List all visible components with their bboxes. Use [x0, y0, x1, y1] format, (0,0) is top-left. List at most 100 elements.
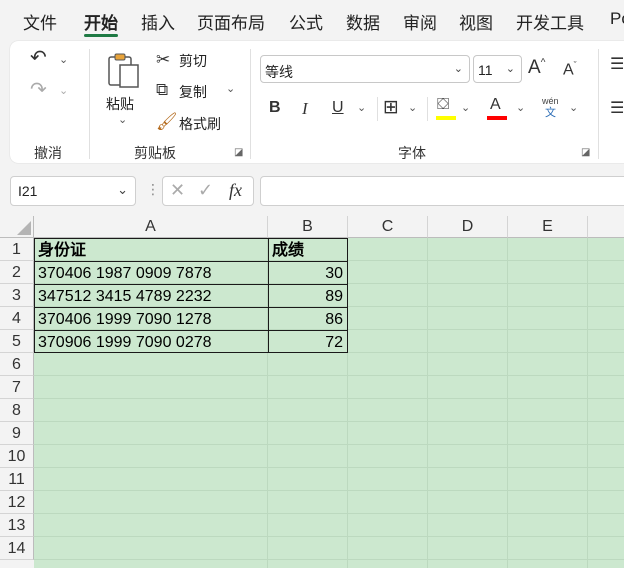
name-box[interactable]: I21 ⌄: [10, 176, 136, 206]
font-size-select[interactable]: 11 ⌄: [473, 55, 522, 83]
column-header-e[interactable]: E: [508, 216, 588, 238]
fill-color-dropdown-icon[interactable]: ⌄: [461, 103, 470, 114]
clipboard-launcher-icon[interactable]: ◪: [234, 148, 243, 158]
row-header[interactable]: 3: [0, 284, 34, 307]
column-header-f[interactable]: [588, 216, 624, 238]
undo-icon[interactable]: ↶: [30, 48, 47, 68]
cancel-icon[interactable]: ✕: [170, 180, 185, 201]
gridline: [587, 238, 588, 568]
formula-input[interactable]: [260, 176, 624, 206]
cell-b1[interactable]: 成绩: [268, 238, 348, 262]
formula-bar-grip-icon[interactable]: ⋮: [146, 181, 160, 198]
copy-dropdown-icon[interactable]: ⌄: [226, 84, 235, 95]
cut-button[interactable]: ✂ 剪切: [154, 49, 224, 71]
select-all-button[interactable]: [0, 216, 34, 238]
cell-b5[interactable]: 72: [268, 330, 348, 353]
active-tab-indicator: [84, 34, 118, 37]
underline-dropdown-icon[interactable]: ⌄: [357, 103, 366, 114]
tab-data[interactable]: 数据: [346, 9, 380, 34]
undo-group-label: 撤消: [34, 145, 62, 161]
enter-icon[interactable]: ✓: [198, 180, 213, 201]
fill-color-button[interactable]: ⛋: [435, 97, 459, 121]
borders-icon[interactable]: ⊞: [383, 98, 399, 117]
phonetic-dropdown-icon[interactable]: ⌄: [569, 103, 578, 114]
align-top-icon[interactable]: ☰: [610, 57, 624, 73]
gridline: [34, 398, 624, 399]
row-header[interactable]: 5: [0, 330, 34, 353]
row-header[interactable]: 8: [0, 399, 34, 422]
format-painter-button[interactable]: 🖌 格式刷: [154, 112, 234, 134]
paintbrush-icon: 🖌: [156, 112, 178, 131]
grow-font-icon[interactable]: A^: [528, 58, 545, 77]
bold-button[interactable]: B: [269, 100, 281, 116]
font-launcher-icon[interactable]: ◪: [581, 148, 590, 158]
paste-dropdown-icon[interactable]: ⌄: [118, 115, 127, 126]
copy-button[interactable]: ⧉ 复制 ⌄: [154, 80, 244, 102]
select-all-icon: [17, 221, 31, 235]
row-header[interactable]: 1: [0, 238, 34, 261]
italic-button[interactable]: I: [302, 100, 308, 117]
phonetic-guide-button[interactable]: wén 文: [540, 96, 566, 122]
borders-dropdown-icon[interactable]: ⌄: [408, 103, 417, 114]
cell-a4[interactable]: 370406 1999 7090 1278: [34, 307, 269, 331]
cell-a3[interactable]: 347512 3415 4789 2232: [34, 284, 269, 308]
redo-icon: ↷: [30, 79, 47, 101]
paste-label: 粘贴: [106, 96, 134, 112]
column-header-b[interactable]: B: [268, 216, 348, 238]
font-name-select[interactable]: 等线 ⌄: [260, 55, 470, 83]
cell-b4[interactable]: 86: [268, 307, 348, 331]
font-color-button[interactable]: A: [486, 97, 510, 121]
tab-developer[interactable]: 开发工具: [516, 9, 584, 34]
align-left-icon[interactable]: ☰: [610, 101, 624, 117]
insert-function-button[interactable]: fx: [229, 180, 242, 201]
tab-home[interactable]: 开始: [84, 9, 118, 34]
row-header[interactable]: 2: [0, 261, 34, 284]
tab-view[interactable]: 视图: [459, 9, 493, 34]
row-header[interactable]: 14: [0, 537, 34, 560]
gridline: [34, 490, 624, 491]
cell-a5[interactable]: 370906 1999 7090 0278: [34, 330, 269, 353]
underline-button[interactable]: U: [332, 100, 344, 116]
row-header[interactable]: 12: [0, 491, 34, 514]
tab-power[interactable]: Po: [610, 9, 624, 29]
phonetic-bottom: 文: [545, 107, 556, 119]
name-box-value: I21: [18, 183, 38, 199]
grow-font-label: A: [528, 57, 541, 78]
font-size-value: 11: [478, 62, 493, 78]
row-header[interactable]: 10: [0, 445, 34, 468]
cell-b3[interactable]: 89: [268, 284, 348, 308]
redo-dropdown-icon: ⌄: [59, 85, 69, 97]
row-header[interactable]: 13: [0, 514, 34, 537]
copy-icon: ⧉: [156, 80, 169, 99]
undo-dropdown-icon[interactable]: ⌄: [59, 55, 68, 66]
clipboard-group-label: 剪贴板: [134, 145, 176, 161]
cell-a2[interactable]: 370406 1987 0909 7878: [34, 261, 269, 285]
tab-file[interactable]: 文件: [23, 9, 57, 34]
formula-buttons: ✕ ✓ fx: [162, 176, 254, 206]
shrink-font-icon[interactable]: Aˇ: [563, 61, 577, 78]
row-header[interactable]: 6: [0, 353, 34, 376]
column-header-d[interactable]: D: [428, 216, 508, 238]
tab-review[interactable]: 审阅: [403, 9, 437, 34]
column-header-a[interactable]: A: [34, 216, 268, 238]
paste-icon: [108, 53, 139, 88]
copy-label: 复制: [179, 84, 207, 100]
tab-formulas[interactable]: 公式: [289, 9, 323, 34]
scissors-icon: ✂: [156, 50, 171, 69]
row-header[interactable]: 9: [0, 422, 34, 445]
fill-color-swatch: [436, 116, 456, 120]
row-header[interactable]: 11: [0, 468, 34, 491]
cell-b2[interactable]: 30: [268, 261, 348, 285]
gridline: [34, 421, 624, 422]
paint-bucket-icon: ⛋: [437, 96, 450, 113]
chevron-down-icon: ⌄: [505, 63, 515, 75]
tab-page-layout[interactable]: 页面布局: [197, 9, 265, 34]
paste-button[interactable]: 粘贴 ⌄: [102, 49, 146, 131]
tab-insert[interactable]: 插入: [141, 9, 175, 34]
gridline: [34, 536, 624, 537]
column-header-c[interactable]: C: [348, 216, 428, 238]
font-color-dropdown-icon[interactable]: ⌄: [516, 103, 525, 114]
row-header[interactable]: 7: [0, 376, 34, 399]
cell-a1[interactable]: 身份证: [34, 238, 269, 262]
row-header[interactable]: 4: [0, 307, 34, 330]
